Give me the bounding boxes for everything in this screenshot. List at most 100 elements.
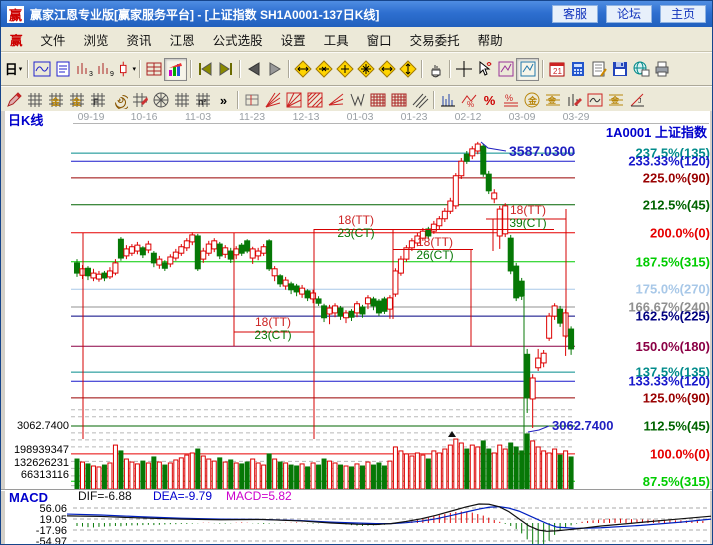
menu-item-6[interactable]: 工具 <box>315 30 358 49</box>
gann-fan-fill-icon[interactable] <box>304 90 325 111</box>
menu-item-5[interactable]: 设置 <box>272 30 315 49</box>
gann-gold-grid-icon[interactable]: 金 <box>45 90 66 111</box>
period-day-button[interactable]: 日▾ <box>3 59 24 80</box>
menu-item-8[interactable]: 交易委托 <box>401 30 469 49</box>
tt-count-label: 18(TT) <box>510 203 546 217</box>
gann-level-label: 87.5%(315) <box>643 474 710 489</box>
spiral-icon[interactable] <box>108 90 129 111</box>
percent-wave-icon[interactable]: % <box>458 90 479 111</box>
volume-chart-9-icon[interactable]: 9 <box>94 59 115 80</box>
notepad-icon[interactable] <box>588 59 609 80</box>
tt-count-label: 18(TT) <box>338 213 374 227</box>
toolbar-separator <box>24 59 31 79</box>
volume-axis-label: 66313116 <box>21 469 69 481</box>
gold-lines2-icon[interactable]: 金 <box>605 90 626 111</box>
gold-circle-icon[interactable]: 金 <box>521 90 542 111</box>
gann-fan-icon[interactable] <box>262 90 283 111</box>
angle-line-icon[interactable]: J <box>626 90 647 111</box>
date-tick: 12-13 <box>293 111 320 123</box>
fibonacci-grid-icon[interactable]: F <box>87 90 108 111</box>
color-graph-icon[interactable] <box>164 58 187 81</box>
quote-board-icon[interactable] <box>143 59 164 80</box>
toolbar-separator <box>234 90 241 110</box>
gann-level-label: 125.0%(90) <box>643 390 710 405</box>
period-day-button-dropdown[interactable]: ▾ <box>19 65 23 73</box>
gann-gold-grid2-icon[interactable]: 金 <box>66 90 87 111</box>
calendar-icon[interactable]: 21 <box>546 59 567 80</box>
gold-lines-icon[interactable]: 金 <box>542 90 563 111</box>
move-left-icon[interactable] <box>376 59 397 80</box>
draw-pencil-icon[interactable] <box>3 90 24 111</box>
menu-bar: 赢 文件浏览资讯江恩公式选股设置工具窗口交易委托帮助 <box>1 27 712 52</box>
forum-button[interactable]: 论坛 <box>606 5 652 23</box>
menu-item-9[interactable]: 帮助 <box>469 30 512 49</box>
plain-grid-icon[interactable] <box>171 90 192 111</box>
parallel-lines-icon[interactable] <box>409 90 430 111</box>
gann-fan-box-icon[interactable] <box>283 90 304 111</box>
volume-axis-label: 198939347 <box>14 444 69 456</box>
percent-icon[interactable]: % <box>479 90 500 111</box>
expand-all-icon[interactable] <box>355 59 376 80</box>
pointer-tool-icon[interactable] <box>474 59 495 80</box>
price-axis-label: 3062.7400 <box>17 420 69 432</box>
v-lines-icon[interactable] <box>346 90 367 111</box>
shrink-horizontal-icon[interactable] <box>313 59 334 80</box>
prev-page-icon[interactable] <box>243 59 264 80</box>
intraday-chart-icon[interactable] <box>31 59 52 80</box>
menu-item-2[interactable]: 资讯 <box>118 30 161 49</box>
menu-brand[interactable]: 赢 <box>1 30 32 49</box>
pencil-bars-icon[interactable] <box>563 90 584 111</box>
percent-line-icon[interactable]: % <box>500 90 521 111</box>
print-icon[interactable] <box>651 59 672 80</box>
menu-item-3[interactable]: 江恩 <box>161 30 204 49</box>
pencil-grid-icon[interactable] <box>129 90 150 111</box>
last-page-icon[interactable] <box>215 59 236 80</box>
ray-lines-icon[interactable] <box>325 90 346 111</box>
toolbar-separator <box>418 59 425 79</box>
zoom-horizontal-icon[interactable] <box>292 59 313 80</box>
gann-level-label: 100.0%(0) <box>650 446 710 461</box>
wave-marker-icon[interactable] <box>516 58 539 81</box>
candle-style-icon[interactable]: ▾ <box>115 59 136 80</box>
square-n2-icon[interactable]: n² <box>192 90 213 111</box>
chart-area[interactable]: 日K线1A0001 上证指数09-1910-1611-0311-2312-130… <box>1 111 713 545</box>
zoom-plus-icon[interactable] <box>334 59 355 80</box>
gann-marker-icon[interactable] <box>495 59 516 80</box>
toolbar-separator <box>539 59 546 79</box>
menu-item-1[interactable]: 浏览 <box>75 30 118 49</box>
move-right-icon[interactable] <box>397 59 418 80</box>
gann-grid-icon[interactable] <box>24 90 45 111</box>
tt-count-label: 18(TT) <box>417 235 453 249</box>
menu-items: 文件浏览资讯江恩公式选股设置工具窗口交易委托帮助 <box>32 30 512 49</box>
customer-service-button[interactable]: 客服 <box>552 5 598 23</box>
menu-item-7[interactable]: 窗口 <box>358 30 401 49</box>
volume-chart-3-icon[interactable]: 3 <box>73 59 94 80</box>
gann-level-label: 133.33%(120) <box>628 374 710 389</box>
calculator-icon[interactable] <box>567 59 588 80</box>
menu-item-4[interactable]: 公式选股 <box>204 30 272 49</box>
first-page-icon[interactable] <box>194 59 215 80</box>
web-sync-icon[interactable] <box>630 59 651 80</box>
next-page-icon[interactable] <box>264 59 285 80</box>
dense-grid-icon[interactable] <box>367 90 388 111</box>
more-tools-button[interactable]: » <box>213 90 234 111</box>
wave-box-icon[interactable] <box>584 90 605 111</box>
crosshair-icon[interactable] <box>453 59 474 80</box>
circle-grid-icon[interactable] <box>150 90 171 111</box>
title-bar: 赢 赢家江恩专业版[赢家服务平台] - [上证指数 SH1A0001-137日K… <box>1 1 712 27</box>
pan-hand-icon[interactable] <box>425 59 446 80</box>
f10-info-icon[interactable] <box>52 59 73 80</box>
dense-grid2-icon[interactable] <box>388 90 409 111</box>
candlestick-chart[interactable]: 日K线1A0001 上证指数09-1910-1611-0311-2312-130… <box>1 111 713 545</box>
save-icon[interactable] <box>609 59 630 80</box>
titlebar-buttons: 客服论坛主页 <box>544 5 706 23</box>
svg-text:9: 9 <box>110 71 114 78</box>
data-bars-icon[interactable] <box>437 90 458 111</box>
gann-level-label: 175.0%(270) <box>636 282 710 297</box>
date-tick: 02-12 <box>455 111 482 123</box>
svg-text:F: F <box>93 97 99 107</box>
home-button[interactable]: 主页 <box>660 5 706 23</box>
svg-text:金: 金 <box>610 95 620 105</box>
menu-item-0[interactable]: 文件 <box>32 30 75 49</box>
frame-tool-icon[interactable] <box>241 90 262 111</box>
